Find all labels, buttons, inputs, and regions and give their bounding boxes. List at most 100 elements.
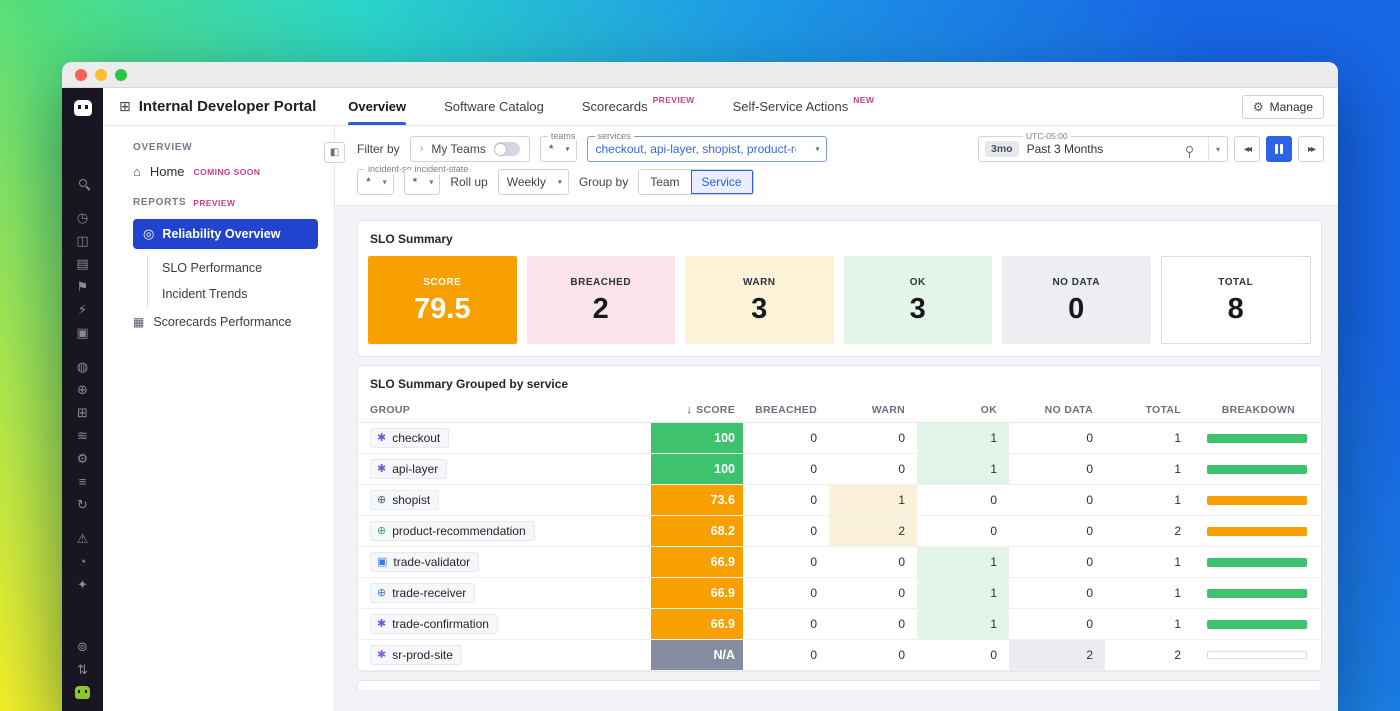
sidebar-item-slo-performance[interactable]: SLO Performance: [162, 255, 320, 281]
rum-icon[interactable]: ◍: [77, 359, 88, 373]
total-cell: 1: [1105, 454, 1193, 484]
incident-severity-select[interactable]: incident-severity * ▾: [357, 169, 394, 195]
time-range-caret-button[interactable]: ▾: [1208, 137, 1227, 161]
service-chip[interactable]: ⊕shopist: [370, 490, 439, 510]
slo-summary-tiles: SCORE79.5 BREACHED2 WARN3 OK3: [358, 246, 1321, 356]
zoom-button[interactable]: [115, 69, 127, 81]
service-chip[interactable]: ✱sr-prod-site: [370, 645, 462, 665]
service-chip[interactable]: ✱api-layer: [370, 459, 447, 479]
sidebar-collapse-button[interactable]: ◧: [324, 142, 345, 163]
rollup-select[interactable]: Weekly ▾: [498, 169, 569, 195]
settings-gear-icon[interactable]: ⚙: [77, 451, 89, 465]
manage-button[interactable]: ⚙ Manage: [1242, 95, 1324, 119]
breakdown-cell: [1193, 516, 1321, 546]
ok-cell: 1: [917, 454, 1009, 484]
column-header-no-data[interactable]: NO DATA: [1009, 404, 1105, 416]
time-pause-button[interactable]: [1266, 136, 1292, 162]
tab-self-service-actions[interactable]: Self-Service ActionsNEW: [733, 88, 875, 125]
service-name: trade-validator: [393, 555, 470, 569]
tab-scorecards[interactable]: ScorecardsPREVIEW: [582, 88, 695, 125]
sidebar-item-home[interactable]: ⌂ Home COMING SOON: [133, 164, 320, 179]
time-backward-button[interactable]: ◂◂: [1234, 136, 1260, 162]
tab-software-catalog[interactable]: Software Catalog: [444, 88, 544, 125]
sidebar-item-reliability-overview[interactable]: ◎ Reliability Overview: [133, 219, 318, 249]
warn-cell: 0: [829, 547, 917, 577]
teams-filter-select[interactable]: teams * ▾: [540, 136, 577, 162]
app-title-wrap: ⊞ Internal Developer Portal: [119, 88, 316, 125]
apm-icon[interactable]: ⚡: [78, 302, 87, 316]
minimize-button[interactable]: [95, 69, 107, 81]
app-window: ◷ ◫ ▤ ⚑ ⚡ ▣ ◍ ⊕ ⊞ ≋ ⚙ ≡ ↻ ⚠ ◔ ✦ ⊚ ⇅ ⊞ Internal Developer …: [62, 62, 1338, 711]
sync-icon[interactable]: ↻: [77, 497, 88, 511]
watch-icon[interactable]: ◔: [79, 554, 87, 568]
service-chip[interactable]: ▣trade-validator: [370, 552, 479, 572]
service-chip[interactable]: ⊕product-recommendation: [370, 521, 535, 541]
column-header-breakdown[interactable]: BREAKDOWN: [1193, 404, 1321, 416]
table-row[interactable]: ✱api-layer10000101: [358, 454, 1321, 485]
pin-icon[interactable]: [1179, 146, 1200, 153]
column-header-breached[interactable]: BREACHED: [743, 404, 829, 416]
column-header-warn[interactable]: WARN: [829, 404, 917, 416]
tools-icon[interactable]: ⊚: [77, 639, 88, 653]
services-filter-select[interactable]: services checkout, api-layer, shopist, p…: [587, 136, 827, 162]
service-chip[interactable]: ✱checkout: [370, 428, 449, 448]
tab-overview[interactable]: Overview: [348, 88, 406, 125]
ci-cd-icon[interactable]: ⊕: [77, 382, 88, 396]
search-icon[interactable]: [79, 176, 87, 190]
my-teams-control[interactable]: › My Teams: [410, 136, 530, 162]
time-range-picker[interactable]: UTC-05:00 3mo Past 3 Months ▾: [978, 136, 1228, 162]
transfer-icon[interactable]: ⇅: [77, 662, 88, 676]
error-tracking-icon[interactable]: ⚠: [77, 531, 89, 545]
breached-cell: 0: [743, 578, 829, 608]
services-filter-label: services: [595, 131, 634, 141]
breakdown-cell: [1193, 423, 1321, 453]
column-header-total[interactable]: TOTAL: [1105, 404, 1193, 416]
service-name: trade-confirmation: [392, 617, 489, 631]
report-sidebar: OVERVIEW ⌂ Home COMING SOON REPORTS PREV…: [103, 126, 335, 711]
group-by-team-button[interactable]: Team: [639, 170, 690, 194]
collapse-icon: ◧: [330, 147, 339, 158]
dashboards-icon[interactable]: ▤: [76, 256, 88, 270]
notebooks-icon[interactable]: ▣: [76, 325, 88, 339]
ok-cell: 0: [917, 485, 1009, 515]
my-teams-toggle[interactable]: [494, 142, 520, 156]
table-row[interactable]: ⊕shopist73.601001: [358, 485, 1321, 516]
service-chip[interactable]: ✱trade-confirmation: [370, 614, 498, 634]
sparkle-icon[interactable]: ✦: [77, 577, 88, 591]
integrations-icon[interactable]: ⊞: [77, 405, 88, 419]
table-row[interactable]: ⊕trade-receiver66.900101: [358, 578, 1321, 609]
sidebar-item-incident-trends[interactable]: Incident Trends: [162, 281, 320, 307]
idp-icon: ⊞: [119, 98, 131, 115]
bits-green-icon[interactable]: [75, 685, 90, 699]
table-row[interactable]: ✱checkout10000101: [358, 423, 1321, 454]
time-range-label: Past 3 Months: [1027, 142, 1104, 156]
column-header-group[interactable]: GROUP: [358, 404, 651, 416]
logs-icon[interactable]: ≡: [79, 474, 87, 488]
table-row[interactable]: ⊕product-recommendation68.202002: [358, 516, 1321, 547]
watchdog-icon[interactable]: ◷: [77, 210, 88, 224]
breakdown-cell: [1193, 640, 1321, 670]
time-forward-button[interactable]: ▸▸: [1298, 136, 1324, 162]
ok-cell: 1: [917, 423, 1009, 453]
incident-state-label: incident-state: [412, 164, 472, 174]
tile-warn: WARN3: [685, 256, 834, 344]
ok-cell: 1: [917, 547, 1009, 577]
close-button[interactable]: [75, 69, 87, 81]
monitors-icon[interactable]: ⚑: [77, 279, 89, 293]
breached-cell: 0: [743, 516, 829, 546]
metrics-icon[interactable]: ◫: [76, 233, 88, 247]
incident-state-select[interactable]: incident-state * ▾: [404, 169, 441, 195]
group-by-service-button[interactable]: Service: [691, 170, 753, 194]
table-row[interactable]: ✱sr-prod-siteN/A00022: [358, 640, 1321, 671]
column-header-score[interactable]: ↓SCORE: [651, 404, 743, 416]
slo-table: GROUP↓SCOREBREACHEDWARNOKNO DATATOTALBRE…: [358, 397, 1321, 671]
group-by-segmented: Team Service: [638, 169, 753, 195]
service-chip[interactable]: ⊕trade-receiver: [370, 583, 475, 603]
table-row[interactable]: ▣trade-validator66.900101: [358, 547, 1321, 578]
column-header-ok[interactable]: OK: [917, 404, 1009, 416]
sidebar-item-scorecards-performance[interactable]: ▦ Scorecards Performance: [133, 315, 320, 329]
datadog-logo[interactable]: [70, 96, 96, 120]
processes-icon[interactable]: ≋: [77, 428, 88, 442]
table-row[interactable]: ✱trade-confirmation66.900101: [358, 609, 1321, 640]
ok-cell: 0: [917, 640, 1009, 670]
